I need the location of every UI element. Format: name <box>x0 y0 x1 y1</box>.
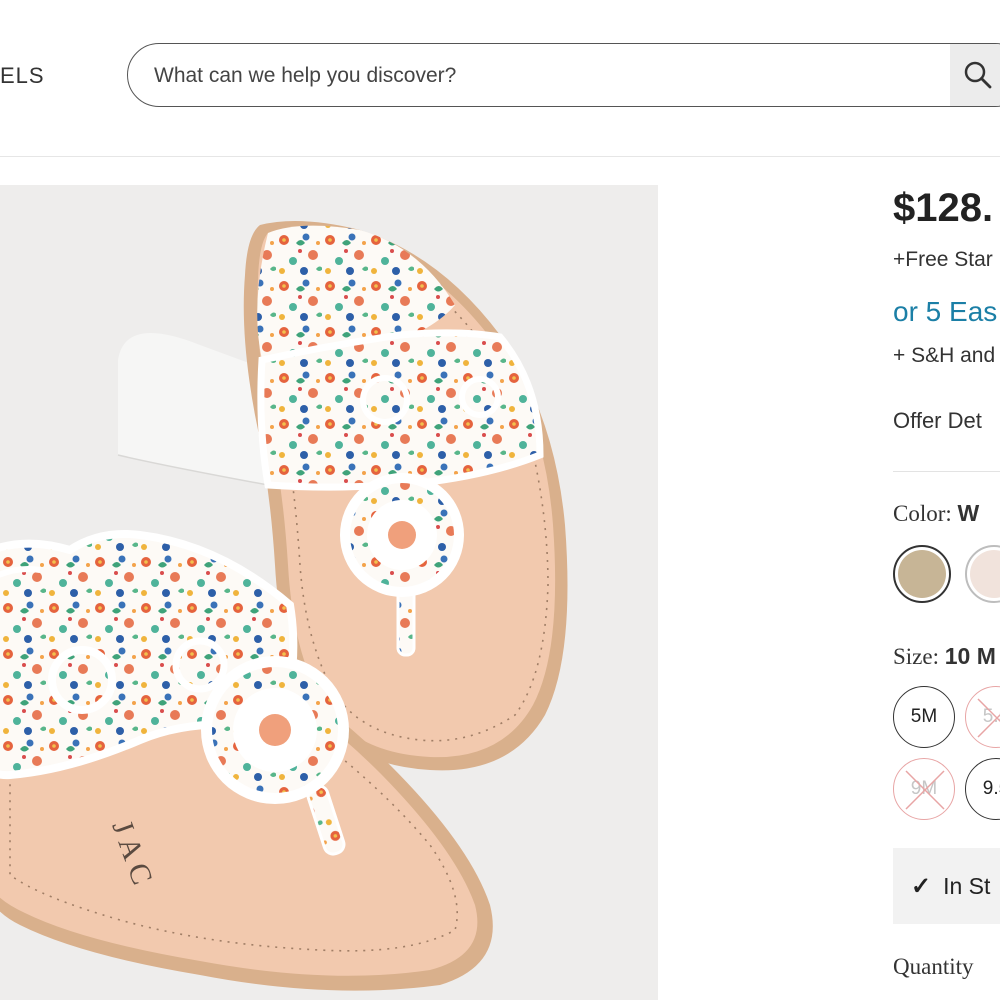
swatch-fill <box>970 550 1000 598</box>
easy-pay-link[interactable]: or 5 Eas <box>893 296 997 328</box>
color-label: Color: W <box>893 500 980 526</box>
search-bar <box>127 43 1000 107</box>
offer-details-link[interactable]: Offer Det <box>893 408 982 434</box>
selected-color-value: W <box>957 500 980 526</box>
unavailable-slash-icon <box>977 698 1000 738</box>
selected-size-value: 10 M <box>944 643 996 669</box>
product-info-panel: $128. +Free Star or 5 Eas + S&H and Offe… <box>893 156 1000 1000</box>
swatch-fill <box>898 550 946 598</box>
search-button[interactable] <box>950 44 1000 106</box>
color-swatch-tan[interactable] <box>893 545 951 603</box>
checkmark-icon: ✓ <box>911 872 932 900</box>
product-price: $128. <box>893 186 994 230</box>
size-option-9-5[interactable]: 9.5 <box>965 758 1000 820</box>
sh-note: + S&H and <box>893 344 996 367</box>
unavailable-slash-icon <box>905 770 945 810</box>
product-image[interactable]: JAC <box>0 185 658 1000</box>
divider <box>893 471 1000 472</box>
size-option-5m[interactable]: 5M <box>893 686 955 748</box>
search-icon <box>964 61 992 89</box>
shipping-note: +Free Star <box>893 248 993 271</box>
color-swatch-blush[interactable] <box>965 545 1000 603</box>
search-input[interactable] <box>152 44 936 106</box>
size-label: Size: 10 M <box>893 643 996 669</box>
size-option-9m[interactable]: 9M <box>893 758 955 820</box>
quantity-label: Quantity <box>893 954 974 979</box>
size-option-5-5[interactable]: 5.5 <box>965 686 1000 748</box>
stock-status: ✓ In St <box>893 848 1000 924</box>
site-header: ELS <box>0 0 1000 157</box>
nav-link[interactable]: ELS <box>0 63 45 89</box>
